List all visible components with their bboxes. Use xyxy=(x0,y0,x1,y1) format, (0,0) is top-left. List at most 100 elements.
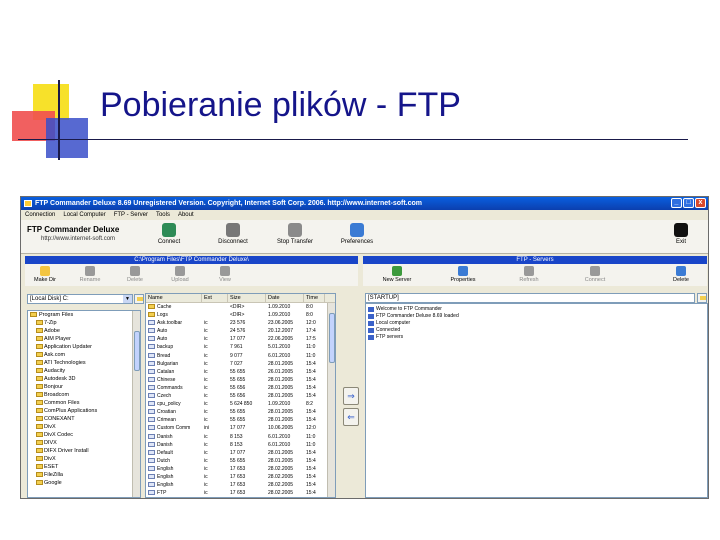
table-row[interactable]: Catalan ic 55 655 26.01.2005 15:4 xyxy=(146,368,335,376)
file-list-scrollbar-thumb[interactable] xyxy=(329,313,335,363)
table-row[interactable]: Danish ic 8 153 6.01.2010 11:0 xyxy=(146,433,335,441)
exit-button[interactable]: Exit xyxy=(661,223,701,245)
transfer-left-button[interactable]: ⇐ xyxy=(343,408,359,426)
stop-transfer-button[interactable]: Stop Transfer xyxy=(267,223,323,245)
table-row[interactable]: Auto ic 24 576 20.12.2007 17:4 xyxy=(146,327,335,335)
server-browse-button[interactable] xyxy=(697,293,707,303)
cell-size: <DIR> xyxy=(228,311,266,319)
folder-tree[interactable]: Program Files 7-Zip Adobe AIM Player Applica… xyxy=(27,310,141,498)
cell-text: 15:4 xyxy=(306,490,316,497)
drive-select[interactable]: [Local Disk] C: ▼ xyxy=(27,294,133,304)
tree-item[interactable]: Bonjour xyxy=(28,383,140,391)
table-row[interactable]: Dutch ic 55 655 28.01.2005 15:4 xyxy=(146,457,335,465)
table-row[interactable]: Logs <DIR> 1.09.2010 8:0 xyxy=(146,311,335,319)
close-button[interactable]: x xyxy=(695,198,706,208)
properties-button[interactable]: Properties xyxy=(443,266,483,283)
tree-item[interactable]: Application Updater xyxy=(28,343,140,351)
table-row[interactable]: Bulgarian ic 7 027 28.01.2005 15:4 xyxy=(146,360,335,368)
delete-server-button[interactable]: Delete xyxy=(661,266,701,283)
rename-button[interactable]: Rename xyxy=(70,266,110,283)
upload-icon xyxy=(175,266,185,276)
table-row[interactable]: English ic 17 653 28.02.2005 15:4 xyxy=(146,481,335,489)
table-row[interactable]: Ask.toolbar ic 23 576 23.06.2005 12:0 xyxy=(146,319,335,327)
refresh-button[interactable]: Refresh xyxy=(509,266,549,283)
tree-item[interactable]: ComPlus Applications xyxy=(28,407,140,415)
tree-item-label: Bonjour xyxy=(44,384,63,390)
maximize-button[interactable]: □ xyxy=(683,198,694,208)
table-row[interactable]: Custom Comm ini 17 077 10.06.2005 12:0 xyxy=(146,424,335,432)
view-button[interactable]: View xyxy=(205,266,245,283)
table-row[interactable]: cpu_policy ic 5 624 850 1.09.2010 8:2 xyxy=(146,400,335,408)
table-row[interactable]: Auto ic 17 077 22.06.2005 17:5 xyxy=(146,335,335,343)
delete-local-button[interactable]: Delete xyxy=(115,266,155,283)
col-size[interactable]: Size xyxy=(228,294,266,302)
tree-item[interactable]: ATI Technologies xyxy=(28,359,140,367)
table-row[interactable]: Commands ic 55 656 28.01.2005 15:4 xyxy=(146,384,335,392)
tree-item[interactable]: Google xyxy=(28,479,140,487)
disconnect-button[interactable]: Disconnect xyxy=(205,223,261,245)
menu-local-computer[interactable]: Local Computer xyxy=(63,210,105,220)
menu-ftp-server[interactable]: FTP - Server xyxy=(114,210,148,220)
minimize-button[interactable]: _ xyxy=(671,198,682,208)
tree-item[interactable]: DIFX Driver Install xyxy=(28,447,140,455)
table-row[interactable]: Cache <DIR> 1.09.2010 8:0 xyxy=(146,303,335,311)
make-dir-button[interactable]: Make Dir xyxy=(25,266,65,283)
tree-scrollbar[interactable] xyxy=(132,311,140,497)
window-titlebar[interactable]: FTP Commander Deluxe 8.69 Unregistered V… xyxy=(21,197,708,210)
tree-item[interactable]: Adobe xyxy=(28,327,140,335)
tree-item[interactable]: DivX xyxy=(28,423,140,431)
new-server-button[interactable]: New Server xyxy=(377,266,417,283)
connect-button[interactable]: Connect xyxy=(141,223,197,245)
cell-text: 7 027 xyxy=(230,360,243,367)
server-log-panel[interactable]: Welcome to FTP Commander FTP Commander De… xyxy=(365,303,708,498)
tree-item-label: Autodesk 3D xyxy=(44,376,76,382)
tree-item[interactable]: CONEXANT xyxy=(28,415,140,423)
col-ext[interactable]: Ext xyxy=(202,294,228,302)
menu-tools[interactable]: Tools xyxy=(156,210,170,220)
upload-button[interactable]: Upload xyxy=(160,266,200,283)
table-row[interactable]: backup ic 7 961 5.01.2010 11:0 xyxy=(146,343,335,351)
tree-item[interactable]: Autodesk 3D xyxy=(28,375,140,383)
tree-item[interactable]: DivX xyxy=(28,455,140,463)
table-row[interactable]: FTP ic 17 653 28.02.2005 15:4 xyxy=(146,489,335,497)
table-row[interactable]: Croatian ic 55 655 28.01.2005 15:4 xyxy=(146,408,335,416)
folder-icon xyxy=(36,480,43,485)
tree-item[interactable]: Program Files xyxy=(28,311,140,319)
tree-item[interactable]: ESET xyxy=(28,463,140,471)
table-row[interactable]: English ic 17 653 28.02.2005 15:4 xyxy=(146,473,335,481)
tree-item[interactable]: Common Files xyxy=(28,399,140,407)
tree-item[interactable]: DIVX xyxy=(28,439,140,447)
folder-icon xyxy=(700,296,706,300)
cell-text: 23 576 xyxy=(230,320,246,327)
col-date[interactable]: Date xyxy=(266,294,304,302)
local-file-list[interactable]: Name Ext Size Date Time Cache <DIR> 1.09.2… xyxy=(145,293,336,498)
menu-connection[interactable]: Connection xyxy=(25,210,55,220)
tree-item[interactable]: FileZilla xyxy=(28,471,140,479)
tree-item[interactable]: Ask.com xyxy=(28,351,140,359)
tree-item[interactable]: DivX Codec xyxy=(28,431,140,439)
table-row[interactable]: Chinese ic 55 655 28.01.2005 15:4 xyxy=(146,376,335,384)
tree-item[interactable]: AIM Player xyxy=(28,335,140,343)
col-name[interactable]: Name xyxy=(146,294,202,302)
table-row[interactable]: Bread ic 9 077 6.01.2010 11:0 xyxy=(146,352,335,360)
tree-item[interactable]: Audacity xyxy=(28,367,140,375)
connect-server-button[interactable]: Connect xyxy=(575,266,615,283)
file-list-scrollbar[interactable] xyxy=(327,303,335,497)
chevron-down-icon[interactable]: ▼ xyxy=(123,295,132,303)
table-row[interactable]: Crimean ic 55 655 28.01.2005 15:4 xyxy=(146,416,335,424)
server-path-field[interactable]: [STARTUP] xyxy=(365,293,695,303)
table-row[interactable]: Default ic 17 077 28.01.2005 15:4 xyxy=(146,449,335,457)
brand: FTP Commander Deluxe http://www.internet… xyxy=(27,225,119,242)
drive-browse-button[interactable] xyxy=(134,294,144,304)
menu-about[interactable]: About xyxy=(178,210,194,220)
transfer-right-button[interactable]: ⇒ xyxy=(343,387,359,405)
preferences-button[interactable]: Preferences xyxy=(329,223,385,245)
tree-item[interactable]: Broadcom xyxy=(28,391,140,399)
tree-item[interactable]: 7-Zip xyxy=(28,319,140,327)
table-row[interactable]: Czech ic 55 656 28.01.2005 15:4 xyxy=(146,392,335,400)
tree-scrollbar-thumb[interactable] xyxy=(134,331,140,371)
cell-size: 23 576 xyxy=(228,319,266,327)
table-row[interactable]: English ic 17 653 28.02.2005 15:4 xyxy=(146,465,335,473)
col-time[interactable]: Time xyxy=(304,294,325,302)
table-row[interactable]: Danish ic 8 153 6.01.2010 11:0 xyxy=(146,441,335,449)
